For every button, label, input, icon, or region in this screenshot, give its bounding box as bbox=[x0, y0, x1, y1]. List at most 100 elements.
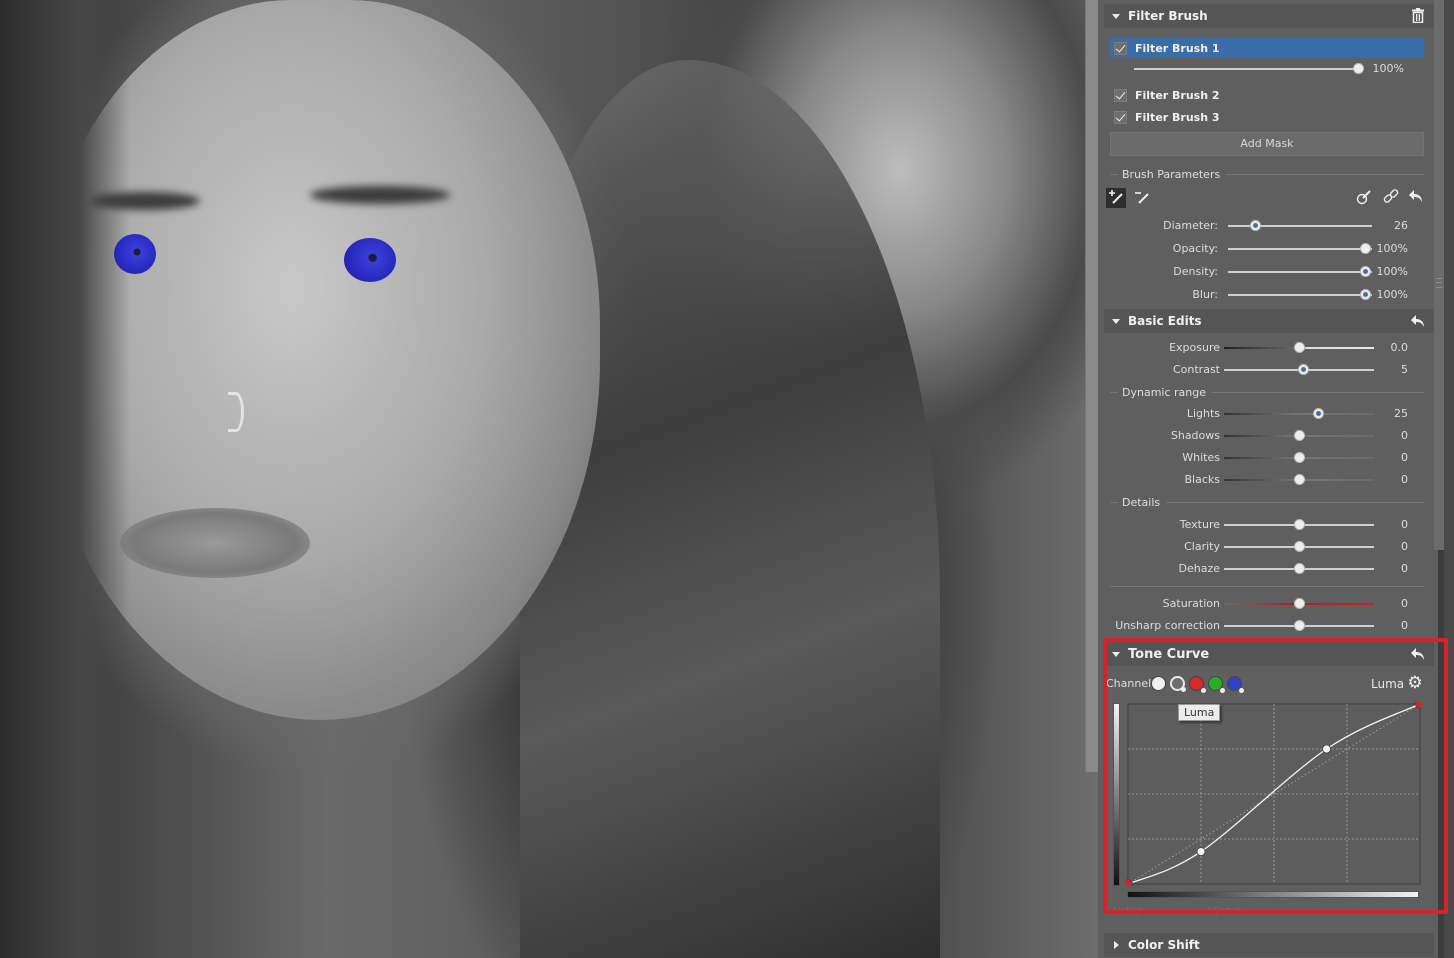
section-title: Filter Brush bbox=[1128, 9, 1208, 23]
slider-value: 0 bbox=[1401, 451, 1408, 464]
slider-knob[interactable] bbox=[1294, 598, 1305, 609]
filter-brush-label: Filter Brush 3 bbox=[1135, 110, 1220, 124]
masked-eye-right bbox=[344, 238, 396, 282]
divider bbox=[1110, 586, 1424, 587]
filter-brush-header[interactable]: Filter Brush bbox=[1104, 4, 1434, 28]
checkbox-checked-icon[interactable] bbox=[1114, 41, 1127, 55]
slider-label: Unsharp correction bbox=[1115, 619, 1220, 632]
slider-value: 26 bbox=[1394, 219, 1408, 232]
slider-knob[interactable] bbox=[1294, 474, 1305, 485]
slider-value: 5 bbox=[1401, 363, 1408, 376]
photo-lips bbox=[120, 508, 310, 578]
slider-knob[interactable] bbox=[1294, 519, 1305, 530]
photo-brow-right bbox=[310, 186, 450, 204]
scroll-grip-icon[interactable] bbox=[1436, 278, 1442, 288]
slider-label: Contrast bbox=[1172, 363, 1220, 376]
slider-row[interactable]: Dehaze 0 bbox=[1104, 560, 1424, 578]
slider-row[interactable]: Texture 0 bbox=[1104, 516, 1424, 534]
slider-label: Clarity bbox=[1184, 540, 1220, 553]
filter-brush-item[interactable]: Filter Brush 1 bbox=[1110, 38, 1424, 58]
panel-scrollbar[interactable] bbox=[1434, 0, 1444, 550]
dynamic-range-label: Dynamic range bbox=[1110, 385, 1424, 399]
link-icon[interactable] bbox=[1381, 188, 1401, 208]
photo-nose-ring bbox=[228, 392, 244, 432]
slider-row[interactable]: Contrast 5 bbox=[1104, 361, 1424, 379]
slider-knob[interactable] bbox=[1250, 220, 1262, 231]
slider-track[interactable] bbox=[1224, 413, 1374, 415]
slider-track[interactable] bbox=[1228, 294, 1372, 296]
expand-triangle-icon[interactable] bbox=[1114, 941, 1119, 949]
slider-knob[interactable] bbox=[1294, 620, 1305, 631]
group-label-text: Brush Parameters bbox=[1122, 167, 1221, 181]
slider-value: 25 bbox=[1394, 407, 1408, 420]
section-title: Color Shift bbox=[1128, 938, 1200, 952]
slider-row[interactable]: Opacity: 100% bbox=[1104, 240, 1424, 258]
checkbox-checked-icon[interactable] bbox=[1114, 88, 1127, 102]
filter-brush-amount-slider[interactable]: 100% bbox=[1104, 60, 1424, 78]
slider-value: 100% bbox=[1372, 62, 1404, 75]
checkbox-checked-icon[interactable] bbox=[1114, 110, 1127, 124]
slider-track[interactable] bbox=[1228, 248, 1372, 250]
slider-value: 0 bbox=[1401, 518, 1408, 531]
slider-knob[interactable] bbox=[1294, 430, 1305, 441]
slider-knob[interactable] bbox=[1312, 408, 1324, 419]
section-title: Basic Edits bbox=[1128, 314, 1202, 328]
slider-value: 0 bbox=[1401, 619, 1408, 632]
slider-row[interactable]: Whites 0 bbox=[1104, 449, 1424, 467]
slider-row[interactable]: Exposure 0.0 bbox=[1104, 339, 1424, 357]
color-shift-header[interactable]: Color Shift bbox=[1104, 933, 1434, 957]
slider-label: Lights bbox=[1186, 407, 1220, 420]
slider-knob[interactable] bbox=[1294, 342, 1305, 353]
photo-brow-left bbox=[90, 192, 200, 210]
filter-brush-label: Filter Brush 2 bbox=[1135, 88, 1220, 102]
slider-track[interactable] bbox=[1134, 68, 1358, 70]
filter-brush-label: Filter Brush 1 bbox=[1135, 41, 1220, 55]
slider-value: 0 bbox=[1401, 540, 1408, 553]
filter-brush-item[interactable]: Filter Brush 2 bbox=[1110, 85, 1424, 105]
slider-row[interactable]: Diameter: 26 bbox=[1104, 217, 1424, 235]
reset-undo-icon[interactable] bbox=[1410, 313, 1426, 329]
slider-knob[interactable] bbox=[1294, 563, 1305, 574]
slider-knob[interactable] bbox=[1294, 541, 1305, 552]
photo-canvas[interactable] bbox=[0, 0, 1098, 958]
brush-edit-icon[interactable] bbox=[1354, 188, 1374, 208]
slider-knob[interactable] bbox=[1359, 266, 1371, 277]
erase-brush-icon[interactable] bbox=[1132, 188, 1152, 208]
slider-label: Blacks bbox=[1184, 473, 1221, 486]
trash-icon[interactable] bbox=[1410, 8, 1426, 24]
slider-knob[interactable] bbox=[1353, 63, 1364, 74]
slider-row[interactable]: Clarity 0 bbox=[1104, 538, 1424, 556]
collapse-triangle-icon[interactable] bbox=[1112, 318, 1120, 324]
slider-value: 0 bbox=[1401, 562, 1408, 575]
slider-value: 100% bbox=[1376, 265, 1408, 278]
add-brush-icon[interactable] bbox=[1106, 188, 1126, 208]
slider-label: Saturation bbox=[1162, 597, 1220, 610]
slider-label: Dehaze bbox=[1178, 562, 1221, 575]
add-mask-button[interactable]: Add Mask bbox=[1110, 132, 1424, 156]
slider-row[interactable]: Shadows 0 bbox=[1104, 427, 1424, 445]
slider-value: 100% bbox=[1376, 242, 1408, 255]
slider-knob[interactable] bbox=[1359, 289, 1371, 300]
slider-row[interactable]: Saturation 0 bbox=[1104, 595, 1424, 613]
photo-scrollbar[interactable] bbox=[1085, 0, 1098, 772]
collapse-triangle-icon[interactable] bbox=[1112, 13, 1120, 19]
slider-track[interactable] bbox=[1228, 271, 1372, 273]
slider-value: 0 bbox=[1401, 597, 1408, 610]
reset-undo-icon[interactable] bbox=[1406, 188, 1426, 208]
slider-knob[interactable] bbox=[1297, 364, 1309, 375]
slider-row[interactable]: Density: 100% bbox=[1104, 263, 1424, 281]
slider-value: 0 bbox=[1401, 429, 1408, 442]
slider-knob[interactable] bbox=[1294, 452, 1305, 463]
slider-row[interactable]: Lights 25 bbox=[1104, 405, 1424, 423]
slider-value: 100% bbox=[1376, 288, 1408, 301]
highlight-box bbox=[1103, 638, 1448, 914]
slider-value: 0 bbox=[1401, 473, 1408, 486]
slider-knob[interactable] bbox=[1359, 243, 1371, 254]
slider-label: Diameter: bbox=[1163, 219, 1218, 232]
slider-row[interactable]: Unsharp correction 0 bbox=[1104, 617, 1424, 635]
slider-row[interactable]: Blur: 100% bbox=[1104, 286, 1424, 304]
filter-brush-item[interactable]: Filter Brush 3 bbox=[1110, 107, 1424, 127]
slider-row[interactable]: Blacks 0 bbox=[1104, 471, 1424, 489]
details-label: Details bbox=[1110, 495, 1424, 509]
basic-edits-header[interactable]: Basic Edits bbox=[1104, 309, 1434, 333]
